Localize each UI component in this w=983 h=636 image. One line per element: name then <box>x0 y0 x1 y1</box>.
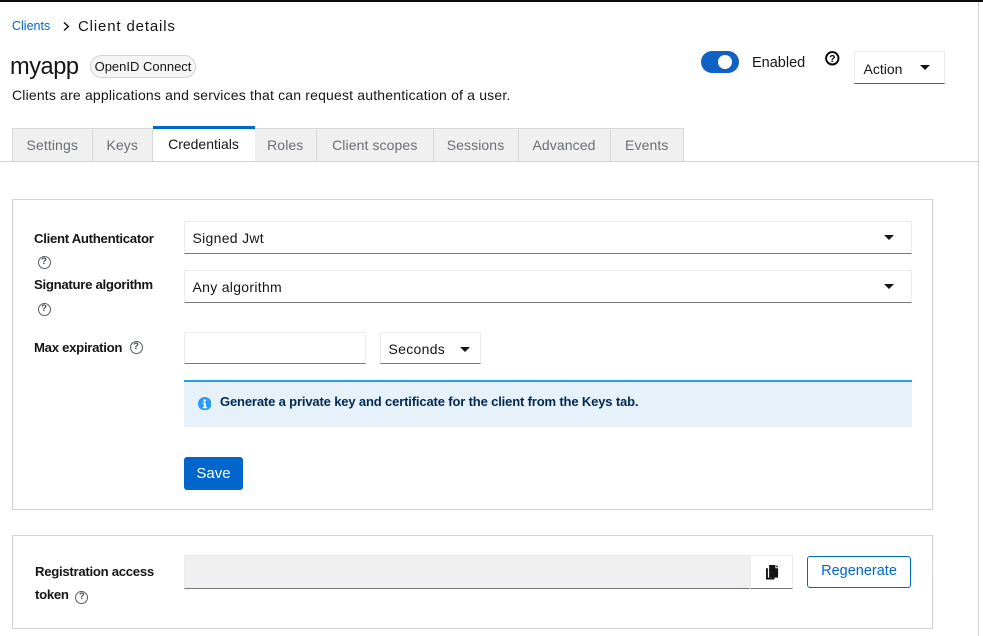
svg-text:?: ? <box>829 53 835 65</box>
